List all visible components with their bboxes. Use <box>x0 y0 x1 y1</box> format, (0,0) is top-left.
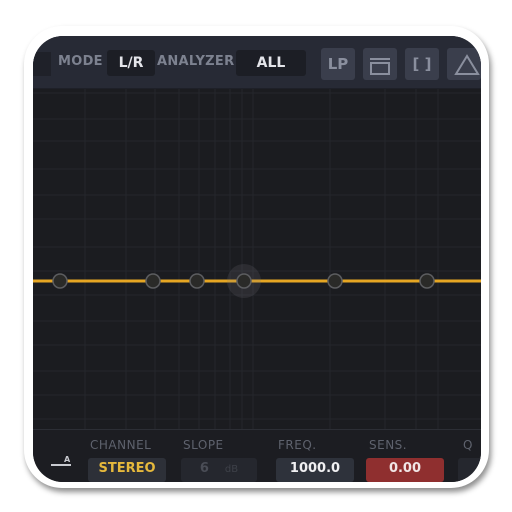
slope-value: 6 <box>199 461 209 476</box>
window-button[interactable] <box>363 48 397 80</box>
slope-field[interactable]: 6 dB <box>181 458 257 482</box>
channel-label: CHANNEL <box>90 438 152 452</box>
mode-selector[interactable]: L/R <box>107 50 155 76</box>
q-field[interactable] <box>458 458 481 482</box>
band-node[interactable] <box>236 273 252 289</box>
analyzer-label: ANALYZER <box>157 54 235 69</box>
slope-unit: dB <box>224 464 239 475</box>
bracket-icon: [ ] <box>412 55 432 73</box>
channel-selector[interactable]: STEREO <box>88 458 166 482</box>
sens-label: SENS. <box>369 438 408 452</box>
toolbar-left-control[interactable] <box>33 52 51 76</box>
lp-button[interactable]: LP <box>321 48 355 80</box>
band-controls: A CHANNEL STEREO SLOPE 6 dB FREQ. 1000.0 … <box>33 429 481 482</box>
eq-graph[interactable] <box>33 89 481 429</box>
band-node[interactable] <box>419 273 435 289</box>
triangle-button[interactable] <box>447 48 481 80</box>
bracket-button[interactable]: [ ] <box>405 48 439 80</box>
freq-field[interactable]: 1000.0 <box>276 458 354 482</box>
toolbar: MODE L/R ANALYZER ALL LP [ ] <box>33 36 481 89</box>
triangle-icon <box>454 54 480 75</box>
sens-field[interactable]: 0.00 <box>366 458 444 482</box>
ab-toggle-icon[interactable]: A <box>51 454 73 474</box>
slope-label: SLOPE <box>183 438 224 452</box>
band-node[interactable] <box>189 273 205 289</box>
band-node[interactable] <box>327 273 343 289</box>
q-label: Q <box>463 438 473 452</box>
lp-button-label: LP <box>327 55 349 73</box>
window-icon <box>370 58 390 75</box>
eq-graph-canvas[interactable] <box>33 89 481 429</box>
band-node[interactable] <box>145 273 161 289</box>
plugin-window: MODE L/R ANALYZER ALL LP [ ] A CHANNEL S… <box>33 36 481 482</box>
analyzer-selector[interactable]: ALL <box>236 50 306 76</box>
band-node[interactable] <box>52 273 68 289</box>
ab-label: A <box>64 455 71 464</box>
mode-label: MODE <box>58 54 103 69</box>
freq-label: FREQ. <box>278 438 317 452</box>
